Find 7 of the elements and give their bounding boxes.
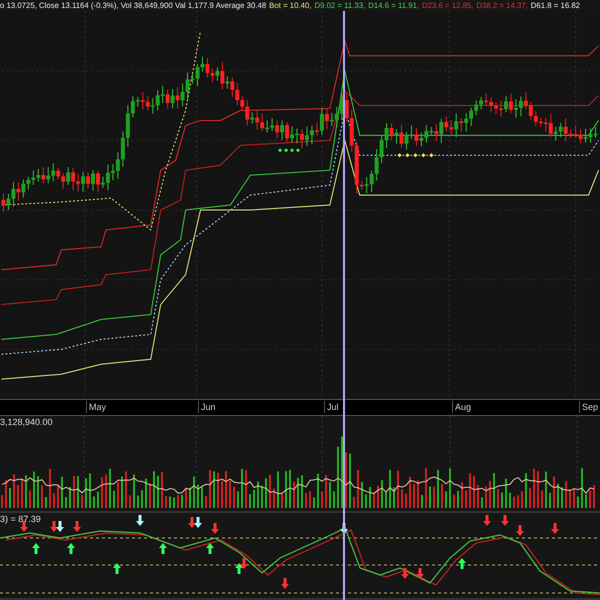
axis-label: Jul <box>324 401 339 414</box>
volume-value: 3,128,940.00 <box>0 417 53 427</box>
axis-label: May <box>86 401 106 414</box>
axis-label: Sep <box>579 401 598 414</box>
indicator-value: 3) = 87.39 <box>0 514 41 524</box>
axis-label: Aug <box>452 401 472 414</box>
axis-label: Jun <box>198 401 216 414</box>
